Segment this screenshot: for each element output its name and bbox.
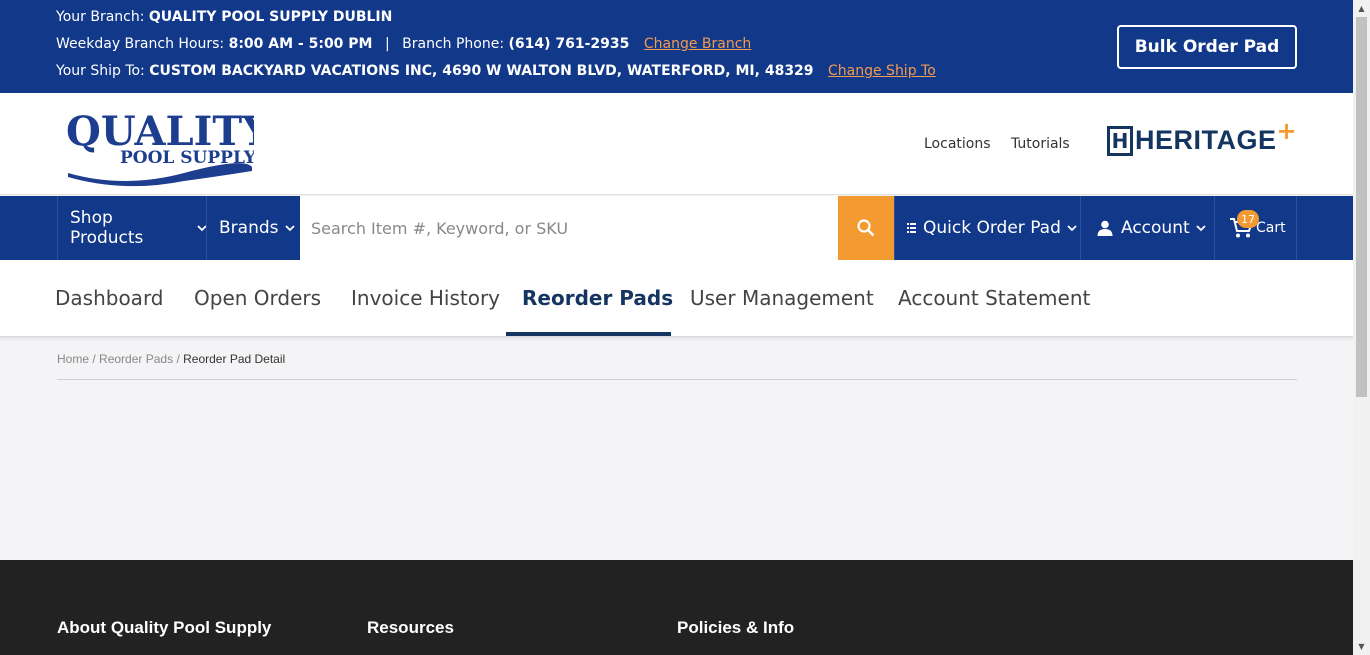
quick-order-pad-menu[interactable]: Quick Order Pad — [894, 196, 1081, 260]
branch-line: Your Branch: QUALITY POOL SUPPLY DUBLIN — [56, 9, 392, 25]
hours-value: 8:00 AM - 5:00 PM — [228, 36, 373, 52]
quality-pool-supply-logo[interactable]: QUALITY POOL SUPPLY — [64, 101, 254, 187]
change-branch-link[interactable]: Change Branch — [644, 36, 751, 52]
chevron-down-icon — [284, 224, 295, 231]
phone-value: (614) 761-2935 — [508, 36, 630, 52]
main-nav: Shop Products Brands Quick Order Pad Acc… — [0, 196, 1353, 260]
list-icon — [907, 223, 916, 233]
hours-label: Weekday Branch Hours: — [56, 36, 225, 52]
footer-heading-resources: Resources — [367, 618, 454, 637]
account-menu[interactable]: Account — [1080, 196, 1215, 260]
locations-link[interactable]: Locations — [924, 136, 991, 152]
search-icon — [857, 219, 875, 237]
breadcrumb-current: Reorder Pad Detail — [183, 352, 286, 366]
footer-heading-policies: Policies & Info — [677, 618, 795, 637]
tab-account-statement[interactable]: Account Statement — [898, 260, 1090, 336]
search-input[interactable] — [300, 196, 833, 260]
page-scrollbar[interactable]: ▲ ▼ — [1353, 0, 1370, 655]
scrollbar-thumb[interactable] — [1356, 17, 1367, 397]
cart-label: Cart — [1256, 220, 1286, 236]
bulk-order-pad-button[interactable]: Bulk Order Pad — [1117, 25, 1297, 69]
tab-user-management[interactable]: User Management — [690, 260, 874, 336]
tab-open-orders[interactable]: Open Orders — [194, 260, 321, 336]
account-tabs: Dashboard Open Orders Invoice History Re… — [0, 260, 1353, 337]
breadcrumb-separator: / — [92, 352, 96, 366]
hours-line: Weekday Branch Hours: 8:00 AM - 5:00 PM … — [56, 36, 751, 52]
site-footer: About Quality Pool Supply Resources Poli… — [0, 560, 1353, 655]
footer-heading-about: About Quality Pool Supply — [57, 618, 272, 637]
search-box — [300, 196, 838, 260]
ship-line: Your Ship To: CUSTOM BACKYARD VACATIONS … — [56, 63, 936, 79]
phone-label: Branch Phone: — [402, 36, 505, 52]
breadcrumb-divider — [57, 379, 1297, 380]
branch-info-bar: Your Branch: QUALITY POOL SUPPLY DUBLIN … — [0, 0, 1353, 93]
account-label: Account — [1121, 218, 1190, 238]
separator: | — [384, 36, 390, 52]
breadcrumb-reorder-pads[interactable]: Reorder Pads — [99, 352, 173, 366]
heritage-plus: + — [1276, 116, 1297, 145]
tutorials-link[interactable]: Tutorials — [1011, 136, 1070, 152]
branch-label: Your Branch: — [56, 9, 145, 25]
shop-products-label: Shop Products — [70, 208, 144, 248]
heritage-h-box: H — [1107, 125, 1133, 156]
tab-invoice-history[interactable]: Invoice History — [351, 260, 500, 336]
active-tab-indicator — [506, 332, 671, 336]
search-button[interactable] — [838, 196, 894, 260]
cart-button[interactable]: Cart — [1214, 196, 1297, 260]
heritage-text: HERITAGE — [1135, 125, 1277, 155]
scroll-down-arrow[interactable]: ▼ — [1353, 638, 1370, 655]
breadcrumb-home[interactable]: Home — [57, 352, 89, 366]
breadcrumb: Home / Reorder Pads / Reorder Pad Detail — [57, 352, 285, 366]
chevron-down-icon — [1067, 224, 1077, 231]
breadcrumb-separator: / — [176, 352, 180, 366]
tab-reorder-pads[interactable]: Reorder Pads — [522, 260, 673, 336]
scroll-up-arrow[interactable]: ▲ — [1353, 0, 1370, 17]
brands-menu[interactable]: Brands — [206, 196, 300, 260]
user-icon — [1097, 220, 1113, 236]
cart-count-badge: 17 — [1237, 210, 1259, 228]
ship-value: CUSTOM BACKYARD VACATIONS INC, 4690 W WA… — [149, 63, 814, 79]
ship-label: Your Ship To: — [56, 63, 145, 79]
tab-dashboard[interactable]: Dashboard — [55, 260, 164, 336]
chevron-down-icon — [1196, 224, 1206, 231]
change-ship-link[interactable]: Change Ship To — [828, 63, 936, 79]
heritage-logo[interactable]: H HERITAGE + — [1107, 117, 1297, 156]
page: Your Branch: QUALITY POOL SUPPLY DUBLIN … — [0, 0, 1353, 655]
header-links: Locations Tutorials — [924, 136, 1086, 152]
branch-name: QUALITY POOL SUPPLY DUBLIN — [148, 9, 393, 25]
site-header: QUALITY POOL SUPPLY Locations Tutorials … — [0, 93, 1353, 195]
quick-order-pad-label: Quick Order Pad — [923, 218, 1061, 238]
shop-products-menu[interactable]: Shop Products — [57, 196, 207, 260]
brands-label: Brands — [219, 218, 279, 238]
